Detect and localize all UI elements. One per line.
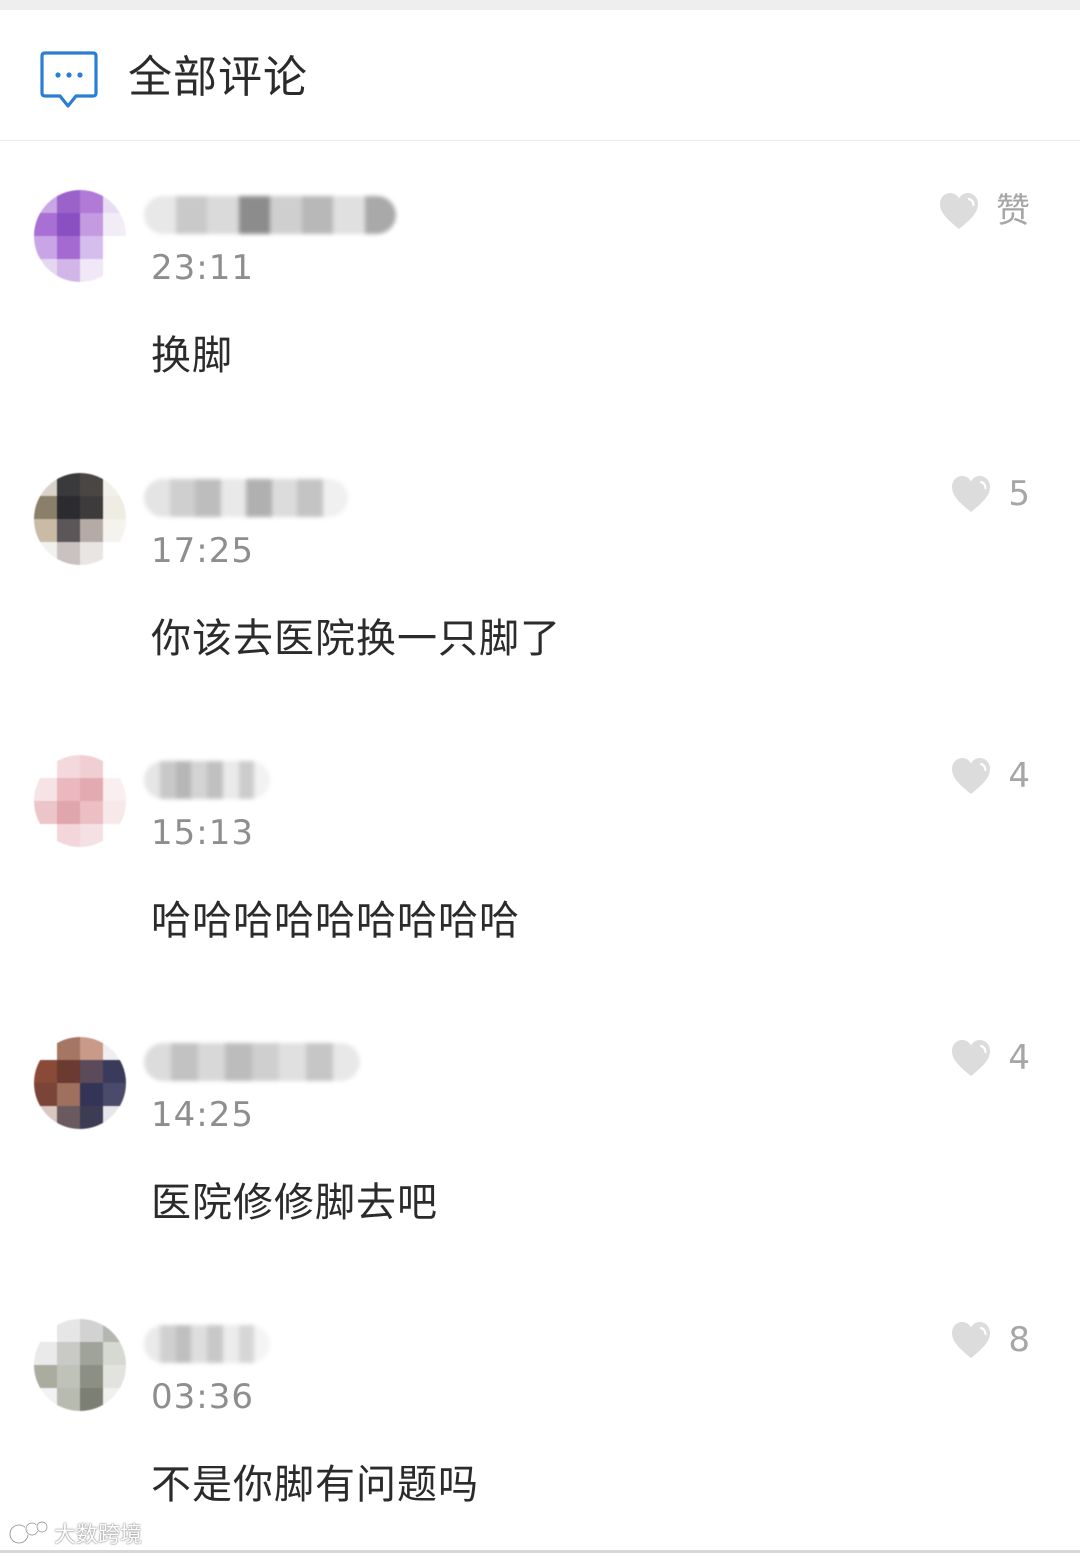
comment-item: 17:25 你该去医院换一只脚了 5 — [0, 423, 1080, 705]
watermark: 大数跨境 — [8, 1516, 142, 1550]
like-count: 4 — [1008, 756, 1030, 796]
comment-item: 03:36 不是你脚有问题吗 8 — [0, 1269, 1080, 1551]
like-count: 8 — [1008, 1320, 1030, 1360]
avatar[interactable] — [34, 190, 126, 282]
username-redacted[interactable] — [144, 196, 396, 234]
comment-text: 医院修修脚去吧 — [151, 1180, 438, 1226]
watermark-logo-icon — [8, 1521, 48, 1545]
comment-text: 你该去医院换一只脚了 — [151, 616, 561, 662]
heart-icon — [940, 193, 978, 229]
avatar[interactable] — [34, 1319, 126, 1411]
like-button[interactable]: 5 — [950, 469, 1030, 519]
heart-icon — [952, 758, 991, 794]
like-count: 5 — [1008, 474, 1030, 514]
avatar[interactable] — [34, 755, 126, 847]
comments-header: 全部评论 — [0, 10, 1080, 141]
avatar[interactable] — [34, 1037, 126, 1129]
comment-time: 15:13 — [151, 813, 254, 853]
comment-text: 哈哈哈哈哈哈哈哈哈 — [151, 898, 520, 944]
heart-icon — [952, 1040, 991, 1076]
avatar[interactable] — [34, 473, 126, 565]
top-strip — [0, 0, 1080, 10]
like-button[interactable]: 4 — [950, 1033, 1030, 1083]
username-redacted[interactable] — [144, 1325, 270, 1363]
like-button[interactable]: 4 — [950, 751, 1030, 801]
like-count: 4 — [1008, 1038, 1030, 1078]
comment-text: 不是你脚有问题吗 — [151, 1462, 479, 1508]
comment-item: 15:13 哈哈哈哈哈哈哈哈哈 4 — [0, 705, 1080, 987]
comment-item: 23:11 换脚 赞 — [0, 140, 1080, 422]
watermark-text: 大数跨境 — [54, 1523, 143, 1548]
like-count: 赞 — [996, 191, 1030, 231]
comment-item: 14:25 医院修修脚去吧 4 — [0, 987, 1080, 1269]
heart-icon — [952, 1322, 991, 1358]
like-button[interactable]: 赞 — [938, 186, 1030, 236]
comment-text: 换脚 — [151, 333, 233, 379]
comment-bubble-icon — [40, 51, 98, 108]
comment-time: 17:25 — [151, 531, 254, 571]
page-title: 全部评论 — [128, 52, 308, 103]
heart-icon — [952, 476, 991, 512]
like-button[interactable]: 8 — [950, 1315, 1030, 1365]
comment-time: 03:36 — [151, 1377, 254, 1417]
comment-time: 23:11 — [151, 248, 254, 288]
username-redacted[interactable] — [144, 761, 270, 799]
comment-time: 14:25 — [151, 1095, 254, 1135]
username-redacted[interactable] — [144, 1043, 360, 1081]
username-redacted[interactable] — [144, 479, 348, 517]
